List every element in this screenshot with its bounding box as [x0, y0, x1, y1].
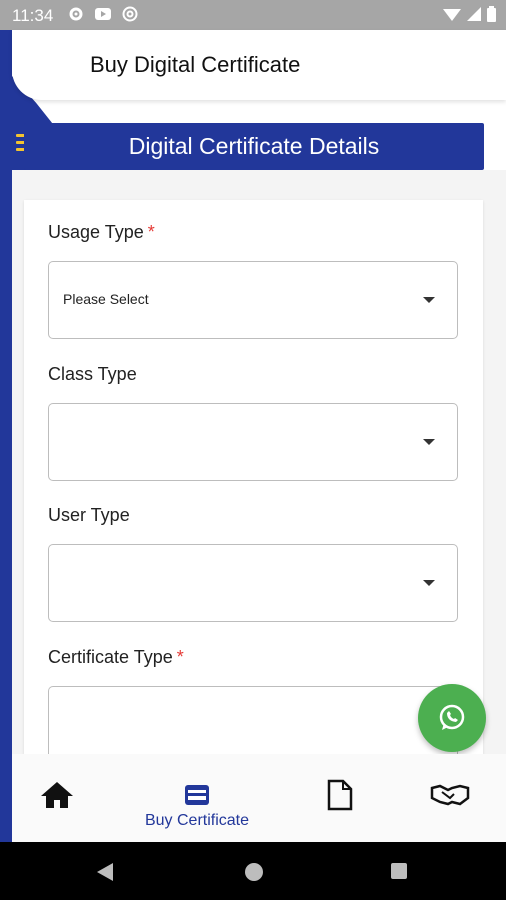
nav-label-buy-certificate: Buy Certificate — [144, 812, 250, 829]
dropdown-arrow-icon — [423, 297, 435, 303]
card-icon — [185, 785, 209, 805]
required-mark: * — [176, 647, 184, 667]
battery-icon — [487, 6, 496, 22]
user-type-select[interactable] — [48, 544, 458, 622]
nav-item-partners[interactable] — [428, 754, 472, 842]
class-type-label: Class Type — [48, 364, 137, 384]
user-type-label: User Type — [48, 505, 130, 525]
youtube-icon — [95, 8, 111, 20]
wifi-icon — [443, 9, 461, 21]
nav-item-documents[interactable] — [322, 754, 358, 842]
home-icon — [41, 782, 73, 808]
status-system-icons — [443, 6, 496, 22]
whatsapp-button[interactable] — [418, 684, 486, 752]
settings-icon — [69, 7, 83, 21]
recents-icon[interactable] — [390, 862, 408, 880]
class-type-select[interactable] — [48, 403, 458, 481]
app-header: Buy Digital Certificate — [12, 30, 506, 100]
back-icon[interactable] — [96, 862, 114, 882]
whatsapp-icon — [439, 704, 465, 730]
document-icon — [327, 779, 353, 811]
nav-item-buy-certificate[interactable]: Buy Certificate — [136, 754, 258, 842]
bottom-nav: Buy Certificate — [12, 754, 506, 842]
page-title: Buy Digital Certificate — [90, 52, 301, 77]
certificate-type-select[interactable] — [48, 686, 458, 754]
section-title: Digital Certificate Details — [128, 133, 380, 159]
usage-type-select[interactable]: Please Select — [48, 261, 458, 339]
status-time: 11:34 — [12, 6, 54, 25]
home-circle-icon[interactable] — [244, 862, 264, 882]
required-mark: * — [147, 222, 155, 242]
handshake-icon — [430, 784, 470, 806]
usage-type-label: Usage Type * — [48, 222, 155, 242]
android-nav-bar — [0, 842, 506, 900]
certificate-type-label: Certificate Type * — [48, 647, 184, 667]
status-notification-icons — [68, 6, 138, 22]
at-sign-icon — [122, 6, 138, 22]
dropdown-arrow-icon — [423, 580, 435, 586]
left-rail — [0, 30, 12, 842]
nav-item-home[interactable] — [36, 754, 78, 842]
dropdown-arrow-icon — [423, 439, 435, 445]
signal-icon — [467, 7, 481, 21]
status-bar: 11:34 — [0, 0, 506, 30]
usage-type-value: Please Select — [63, 291, 149, 307]
section-banner: Digital Certificate Details — [24, 123, 484, 170]
